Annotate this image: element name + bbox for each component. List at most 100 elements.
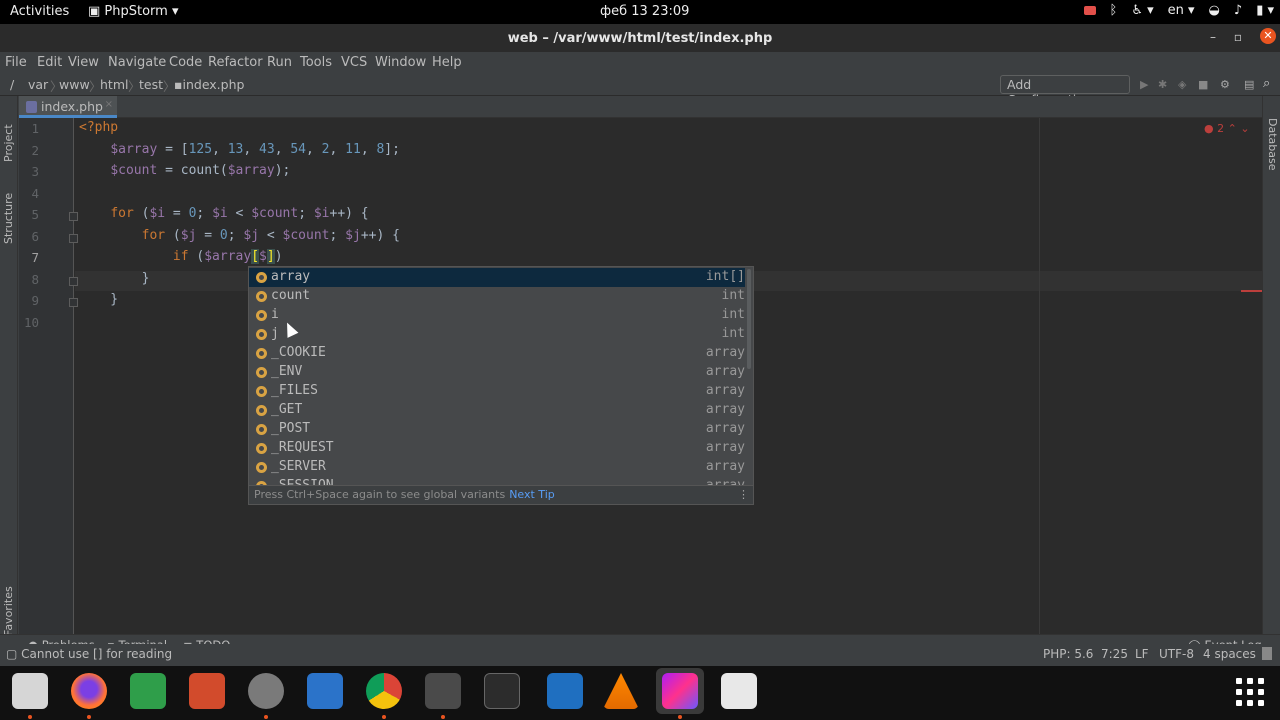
tool-structure[interactable]: Structure <box>2 193 15 244</box>
popup-scrollbar[interactable] <box>747 269 751 369</box>
line-number: 5 <box>31 207 39 222</box>
right-margin-guide <box>1039 118 1040 634</box>
tool-favorites[interactable]: Favorites <box>2 586 15 636</box>
tab-close-icon[interactable]: × <box>105 99 113 110</box>
bluetooth-icon[interactable]: ᛒ <box>1110 3 1118 18</box>
menu-window[interactable]: Window <box>375 55 426 70</box>
chrome-icon[interactable] <box>366 673 402 709</box>
battery-icon[interactable]: ▮ ▾ <box>1256 3 1274 18</box>
settings-icon[interactable]: ⚙ <box>1220 78 1230 91</box>
completion-item[interactable]: _ENV array <box>249 363 745 382</box>
status-message[interactable]: ▢ Cannot use [] for reading <box>6 647 172 661</box>
layout-icon[interactable]: ▤ <box>1244 78 1254 91</box>
fold-marker[interactable] <box>69 277 78 286</box>
variable-icon <box>256 462 267 473</box>
menu-vcs[interactable]: VCS <box>341 55 367 70</box>
completion-item[interactable]: j int <box>249 325 745 344</box>
calc-icon[interactable] <box>130 673 166 709</box>
run-icon[interactable]: ▶ <box>1140 78 1148 91</box>
completion-type: array <box>705 364 745 379</box>
terminal-icon[interactable] <box>484 673 520 709</box>
files-icon[interactable] <box>12 673 48 709</box>
menu-edit[interactable]: Edit <box>37 55 62 70</box>
activities-button[interactable]: Activities <box>10 4 69 19</box>
minimize-button[interactable]: – <box>1210 30 1216 44</box>
more-options-icon[interactable]: ⋮ <box>738 488 749 501</box>
firefox-icon[interactable] <box>71 673 107 709</box>
php-version[interactable]: PHP: 5.6 <box>1043 647 1093 661</box>
system-tray[interactable]: ᛒ ♿ ▾ en ▾ ◒ ♪ ▮ ▾ <box>1083 3 1274 18</box>
coverage-icon[interactable]: ◈ <box>1178 78 1186 91</box>
breadcrumb-root[interactable]: / <box>10 77 14 92</box>
completion-item[interactable]: _COOKIE array <box>249 344 745 363</box>
indent-setting[interactable]: 4 spaces <box>1203 647 1256 661</box>
language-label: en <box>1167 3 1184 18</box>
app-menu[interactable]: ▣ PhpStorm ▾ <box>88 4 179 19</box>
menu-refactor[interactable]: Refactor <box>208 55 263 70</box>
completion-item[interactable]: _SERVER array <box>249 458 745 477</box>
add-configuration-button[interactable]: Add Configuration... <box>1000 75 1130 107</box>
line-number: 10 <box>23 315 39 330</box>
inspection-widget[interactable]: ● 2 ⌃ ⌄ <box>1204 122 1250 135</box>
completion-item[interactable]: _REQUEST array <box>249 439 745 458</box>
completion-item[interactable]: _POST array <box>249 420 745 439</box>
tool-database[interactable]: Database <box>1266 118 1279 171</box>
menu-navigate[interactable]: Navigate <box>108 55 166 70</box>
menu-tools[interactable]: Tools <box>300 55 332 70</box>
menu-run[interactable]: Run <box>267 55 292 70</box>
stop-icon[interactable]: ■ <box>1198 78 1208 91</box>
clock[interactable]: фeб 13 23:09 <box>600 4 689 19</box>
caret-position[interactable]: 7:25 <box>1101 647 1128 661</box>
search-icon[interactable]: ⌕ <box>1263 76 1270 91</box>
impress-icon[interactable] <box>189 673 225 709</box>
breadcrumb-html[interactable]: html <box>100 77 128 92</box>
writer-icon[interactable] <box>307 673 343 709</box>
breadcrumb-www[interactable]: www <box>59 77 90 92</box>
fold-marker[interactable] <box>69 212 78 221</box>
completion-item[interactable]: _FILES array <box>249 382 745 401</box>
wifi-icon[interactable]: ◒ <box>1209 3 1220 18</box>
breadcrumb-var[interactable]: var <box>28 77 48 92</box>
menu-code[interactable]: Code <box>169 55 202 70</box>
debug-icon[interactable]: ✱ <box>1158 78 1167 91</box>
line-number: 7 <box>31 250 39 265</box>
next-tip-link[interactable]: Next Tip <box>509 488 555 501</box>
menu-help[interactable]: Help <box>432 55 462 70</box>
completion-item[interactable]: _GET array <box>249 401 745 420</box>
record-icon[interactable] <box>1083 6 1096 15</box>
menu-view[interactable]: View <box>68 55 99 70</box>
document-viewer-icon[interactable] <box>721 673 757 709</box>
show-applications-icon[interactable] <box>1236 678 1264 706</box>
close-button[interactable]: ✕ <box>1260 28 1276 44</box>
accessibility-icon[interactable]: ♿ ▾ <box>1131 3 1153 18</box>
completion-item[interactable]: count int <box>249 287 745 306</box>
fold-marker[interactable] <box>69 298 78 307</box>
completion-item[interactable]: array int[] <box>249 268 745 287</box>
file-encoding[interactable]: UTF-8 <box>1159 647 1194 661</box>
maximize-button[interactable]: ▫ <box>1234 30 1242 44</box>
breadcrumb-test[interactable]: test <box>139 77 163 92</box>
tab-index-php[interactable]: index.php × <box>19 96 117 118</box>
line-separator[interactable]: LF <box>1135 647 1149 661</box>
settings-app-icon[interactable] <box>248 673 284 709</box>
volume-icon[interactable]: ♪ <box>1234 3 1242 18</box>
fold-marker[interactable] <box>69 234 78 243</box>
completion-popup[interactable]: array int[] count int i int j int _COOKIE arr… <box>248 266 754 505</box>
vscode-icon[interactable] <box>547 673 583 709</box>
variable-icon <box>256 367 267 378</box>
sublime-icon[interactable] <box>425 673 461 709</box>
completion-type: int <box>721 307 745 322</box>
vlc-icon[interactable] <box>603 673 639 709</box>
language-indicator[interactable]: en ▾ <box>1168 3 1195 18</box>
line-number: 4 <box>31 186 39 201</box>
lock-icon[interactable] <box>1262 647 1272 660</box>
phpstorm-icon[interactable] <box>662 673 698 709</box>
variable-icon <box>256 348 267 359</box>
breadcrumb-index-php[interactable]: ▪index.php <box>174 77 244 92</box>
menu-file[interactable]: File <box>5 55 27 70</box>
editor-gutter[interactable]: 1 2 3 4 5 6 7 8 9 10 <box>19 118 78 634</box>
window-titlebar[interactable]: web – /var/www/html/test/index.php – ▫ ✕ <box>0 24 1280 52</box>
completion-item[interactable]: i int <box>249 306 745 325</box>
completion-type: array <box>705 345 745 360</box>
tool-project[interactable]: Project <box>2 124 15 162</box>
